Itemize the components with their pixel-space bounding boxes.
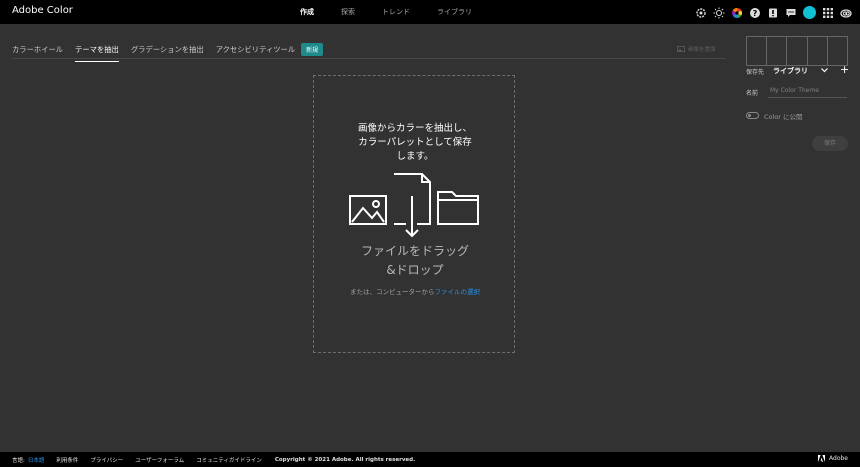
save-button[interactable]: 保存 [812,136,848,151]
swatch-5[interactable] [828,37,847,65]
tab-extract-theme[interactable]: テーマを抽出 [75,45,119,62]
swatch-2[interactable] [767,37,788,65]
tab-accessibility-tools[interactable]: アクセシビリティツール [216,45,295,55]
top-nav: 作成 探索 トレンド ライブラリ [300,0,499,24]
tab-divider [12,58,726,59]
select-file-link[interactable]: ファイルの選択 [435,288,481,296]
name-label: 名前 [746,90,759,97]
nav-explore[interactable]: 探索 [341,7,355,17]
document-arrow-icon [394,173,431,238]
folder-icon [437,191,479,225]
footer-link-guidelines[interactable]: コミュニティガイドライン [196,456,262,464]
footer-link-privacy[interactable]: プライバシー [90,456,123,464]
help-icon[interactable]: ? [749,7,761,19]
image-icon [349,195,387,225]
footer-link-forum[interactable]: ユーザーフォーラム [135,456,184,464]
settings-icon[interactable] [695,7,707,19]
color-swatches [746,36,848,66]
app-logo-title[interactable]: Adobe Color [12,5,73,16]
theme-name-input[interactable]: My Color Theme [768,84,847,98]
swatch-1[interactable] [747,37,768,65]
color-wheel-icon[interactable] [731,7,743,19]
or-label: または、コンピューターから [350,288,435,296]
swatch-4[interactable] [808,37,828,65]
dropzone-heading: 画像からカラーを抽出し、 カラーパレットとして保存 します。 [314,122,516,164]
nav-trends[interactable]: トレンド [382,7,410,17]
image-icon [677,46,685,52]
language-label: 言語: [12,457,25,464]
heading-line-3: します。 [396,151,434,162]
adobe-label: Adobe [829,455,848,462]
chevron-down-icon[interactable] [820,66,829,74]
footer: 言語: 日本語 利用条件 プライバシー ユーザーフォーラム コミュニティガイドラ… [0,452,860,467]
save-to-select[interactable]: ライブラリ [773,66,808,76]
user-avatar[interactable] [803,6,816,19]
swatch-3[interactable] [787,37,808,65]
replace-image-label: 画像を置換 [688,47,716,53]
save-to-label: 保存先 [746,69,765,76]
apps-grid-icon[interactable] [822,7,834,19]
new-badge: 新規 [301,43,324,56]
heading-line-1: 画像からカラーを抽出し、 [357,123,472,134]
heading-line-2: カラーパレットとして保存 [358,137,472,148]
publish-toggle-label: Color に公開 [764,113,803,121]
notification-icon[interactable] [767,7,779,19]
adobe-logo-icon [818,455,826,462]
nav-library[interactable]: ライブラリ [437,7,472,17]
adobe-footer-logo[interactable]: Adobe [818,455,848,462]
tab-color-wheel[interactable]: カラーホイール [12,45,63,55]
svg-text:?: ? [753,9,758,18]
drag-line-1: ファイルをドラッグ [360,244,469,258]
tab-extract-gradient[interactable]: グラデーションを抽出 [131,45,204,55]
chat-icon[interactable] [785,7,797,19]
copyright-text: Copyright © 2021 Adobe. All rights reser… [274,456,416,463]
top-bar: Adobe Color 作成 探索 トレンド ライブラリ ? [0,0,860,24]
sub-tabs: カラーホイール テーマを抽出 グラデーションを抽出 アクセシビリティツール 新規 [12,43,324,62]
language-select[interactable]: 日本語 [28,456,45,464]
file-drop-zone[interactable]: 画像からカラーを抽出し、 カラーパレットとして保存 します。 ファイルをドラッグ… [313,75,515,353]
footer-link-terms[interactable]: 利用条件 [56,456,78,464]
creative-cloud-icon[interactable] [840,7,852,19]
replace-image-button[interactable]: 画像を置換 [677,45,716,53]
drag-drop-text: ファイルをドラッグ &ドロップ [314,242,516,280]
top-icons: ? [689,6,852,19]
brightness-icon[interactable] [713,7,725,19]
add-library-button[interactable]: + [840,64,849,75]
upload-illustration [349,173,479,238]
nav-create[interactable]: 作成 [300,7,314,17]
or-select-text: または、コンピューターからファイルの選択 [314,287,516,298]
drag-line-2: &ドロップ [386,263,444,277]
publish-toggle[interactable] [746,112,759,119]
